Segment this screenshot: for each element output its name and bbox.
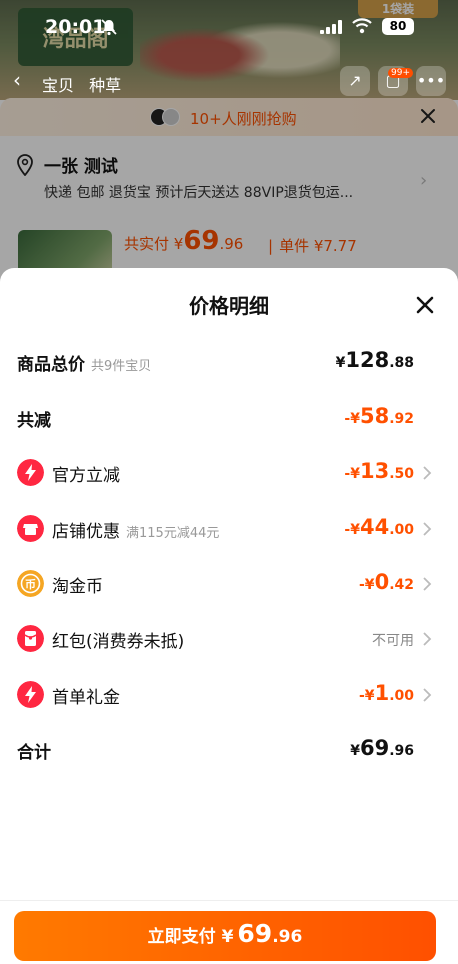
share-icon[interactable]: ↗ xyxy=(340,66,370,96)
lightning-icon xyxy=(17,459,44,486)
row-amount: -¥0.42 xyxy=(359,570,414,594)
nav-tabs: 宝贝 种草 xyxy=(42,72,131,96)
red-packet-icon xyxy=(17,625,44,652)
tab-seeding[interactable]: 种草 xyxy=(89,76,121,95)
row-label: 首单礼金 xyxy=(52,688,120,708)
row-first-order-gift[interactable]: 首单礼金 -¥1.00 xyxy=(0,679,458,711)
pay-now-button[interactable]: 立即支付 ¥ 69 .96 xyxy=(14,911,436,961)
row-amount: -¥1.00 xyxy=(359,681,414,705)
bell-mute-icon xyxy=(101,19,117,36)
row-amount: -¥58.92 xyxy=(344,404,414,428)
close-icon[interactable] xyxy=(414,294,436,316)
svg-text:币: 币 xyxy=(25,578,36,591)
chevron-right-icon xyxy=(423,522,432,536)
tab-item[interactable]: 宝贝 xyxy=(42,76,74,95)
row-label: 淘金币 xyxy=(52,577,103,597)
row-grand-total: 合计 ¥69.96 xyxy=(0,734,458,766)
row-amount: -¥13.50 xyxy=(344,459,414,483)
coin-icon: 币 xyxy=(17,570,44,597)
row-label: 商品总价 共9件宝贝 xyxy=(17,355,152,375)
row-red-packet[interactable]: 红包(消费券未抵) 不可用 xyxy=(0,623,458,655)
back-arrow-icon[interactable]: ‹ xyxy=(5,68,29,94)
chevron-right-icon xyxy=(423,632,432,646)
cart-badge: 99+ xyxy=(388,68,413,78)
pay-bar: 立即支付 ¥ 69 .96 xyxy=(0,900,458,964)
signal-icon xyxy=(320,20,342,34)
wifi-icon xyxy=(352,18,372,34)
pay-amount-dec: .96 xyxy=(272,927,303,947)
chevron-right-icon xyxy=(423,688,432,702)
screen: 湾品阁 1袋装 10+人刚刚抢购 一张 测试 快递 包邮 退货宝 预计后天送达 … xyxy=(0,0,458,964)
product-nav: ‹ 宝贝 种草 ↗ ▢ 99+ ••• xyxy=(0,64,458,98)
row-label: 红包(消费券未抵) xyxy=(52,632,185,652)
price-detail-popup: 价格明细 商品总价 共9件宝贝 ¥128.88 共减 -¥58.92 官方立减 … xyxy=(0,268,458,964)
row-total-discount: 共减 -¥58.92 xyxy=(0,402,458,434)
lightning-icon xyxy=(17,681,44,708)
row-taobao-coin[interactable]: 币 淘金币 -¥0.42 xyxy=(0,568,458,600)
pay-amount-int: 69 xyxy=(237,919,273,948)
more-icon[interactable]: ••• xyxy=(416,66,446,96)
row-amount: ¥69.96 xyxy=(350,736,414,760)
row-label: 共减 xyxy=(17,411,51,431)
chevron-right-icon xyxy=(423,466,432,480)
pay-label: 立即支付 ¥ xyxy=(147,927,234,947)
popup-title: 价格明细 xyxy=(189,294,269,318)
status-bar: 20:01 80 xyxy=(0,0,458,50)
row-official-discount[interactable]: 官方立减 -¥13.50 xyxy=(0,457,458,489)
row-label: 官方立减 xyxy=(52,466,120,486)
row-goods-total: 商品总价 共9件宝贝 ¥128.88 xyxy=(0,346,458,378)
row-amount: -¥44.00 xyxy=(344,515,414,539)
row-label: 合计 xyxy=(17,743,51,763)
battery-icon: 80 xyxy=(382,18,414,35)
status-time: 20:01 xyxy=(45,16,106,38)
row-label: 店铺优惠 满115元减44元 xyxy=(52,522,220,542)
status-unavailable: 不可用 xyxy=(372,633,414,649)
row-amount: ¥128.88 xyxy=(335,348,414,372)
shop-icon xyxy=(17,515,44,542)
chevron-right-icon xyxy=(423,577,432,591)
row-shop-discount[interactable]: 店铺优惠 满115元减44元 -¥44.00 xyxy=(0,513,458,545)
